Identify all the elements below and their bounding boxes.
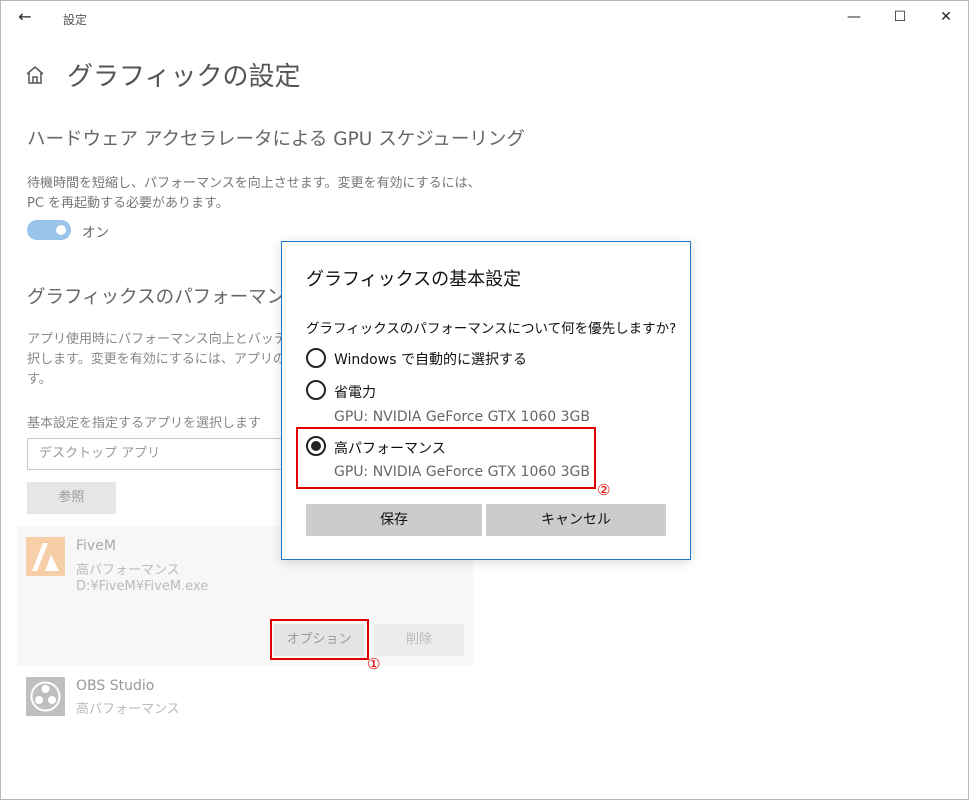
maximize-icon: ☐ xyxy=(893,9,907,25)
page-title: グラフィックの設定 xyxy=(67,62,301,92)
fivem-app-icon xyxy=(26,537,65,576)
cancel-button[interactable]: キャンセル xyxy=(486,504,666,536)
browse-button[interactable]: 参照 xyxy=(27,482,116,514)
performance-description-1: アプリ使用時にパフォーマンス向上とバッテリー寿命のどちらを優先するかを選 xyxy=(27,332,285,347)
home-icon[interactable] xyxy=(21,61,49,89)
back-arrow-icon: ← xyxy=(18,7,32,26)
minimize-button[interactable]: — xyxy=(831,1,877,33)
close-icon: ✕ xyxy=(940,9,952,25)
app-select-label: 基本設定を指定するアプリを選択します xyxy=(27,416,262,431)
back-button[interactable]: ← xyxy=(11,5,39,29)
dialog-question: グラフィックスのパフォーマンスについて何を優先しますか? xyxy=(306,321,677,337)
step-marker-1: ① xyxy=(367,655,381,673)
app-name: OBS Studio xyxy=(76,678,155,694)
app-type-select[interactable]: デスクトップ アプリ xyxy=(27,438,283,470)
step-marker-2: ② xyxy=(597,481,611,499)
radio-power-saving-label[interactable]: 省電力 xyxy=(334,382,376,402)
app-name: FiveM xyxy=(76,538,116,554)
window-title: 設定 xyxy=(63,13,88,27)
gpu-scheduling-heading: ハードウェア アクセラレータによる GPU スケジューリング xyxy=(27,129,525,150)
radio-auto-select-label[interactable]: Windows で自動的に選択する xyxy=(334,349,527,369)
radio-auto-select[interactable] xyxy=(306,348,326,368)
obs-app-icon xyxy=(26,677,65,716)
delete-button[interactable]: 削除 xyxy=(374,624,464,656)
app-preference: 高パフォーマンス xyxy=(76,702,180,717)
gpu-scheduling-description-2: PC を再起動する必要があります。 xyxy=(27,196,229,211)
save-button[interactable]: 保存 xyxy=(306,504,482,536)
performance-description-2: 択します。変更を有効にするには、アプリの再起動が必要になる場合がありま xyxy=(27,352,285,367)
maximize-button[interactable]: ☐ xyxy=(877,1,923,33)
performance-description-3: す。 xyxy=(27,372,52,387)
radio-power-saving[interactable] xyxy=(306,380,326,400)
performance-settings-heading: グラフィックスのパフォーマンスの基本設定 xyxy=(27,287,285,308)
gpu-scheduling-description-1: 待機時間を短縮し、パフォーマンスを向上させます。変更を有効にするには、 xyxy=(27,176,481,191)
gpu-scheduling-toggle[interactable] xyxy=(27,220,71,240)
app-preference: 高パフォーマンス xyxy=(76,563,180,578)
high-performance-highlight-box xyxy=(296,427,596,489)
app-path: D:¥FiveM¥FiveM.exe xyxy=(76,579,209,594)
toggle-state-label: オン xyxy=(82,225,109,241)
options-highlight-box xyxy=(270,619,369,660)
close-button[interactable]: ✕ xyxy=(923,1,969,33)
dialog-title: グラフィックスの基本設定 xyxy=(306,269,522,290)
toggle-knob xyxy=(56,225,66,235)
minimize-icon: — xyxy=(847,9,861,25)
power-saving-gpu-info: GPU: NVIDIA GeForce GTX 1060 3GB xyxy=(334,409,590,425)
